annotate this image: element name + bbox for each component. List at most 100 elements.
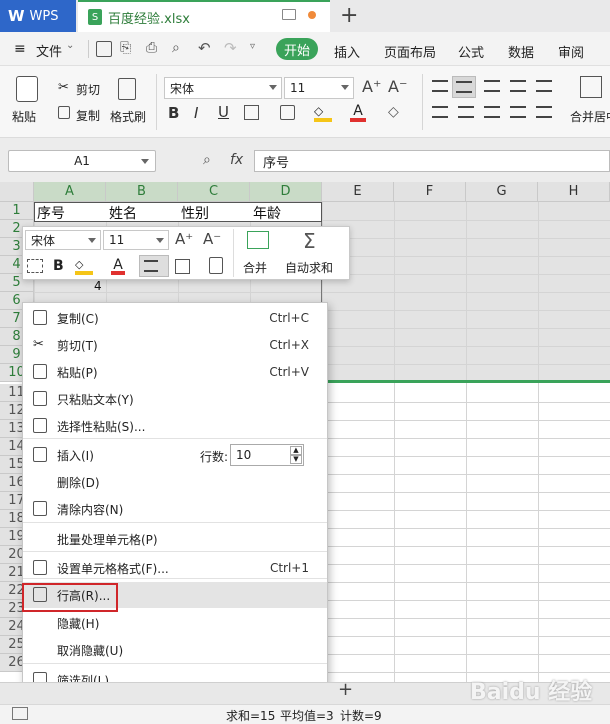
mini-bold-icon[interactable]: B — [53, 258, 64, 274]
column-header-c[interactable]: C — [178, 182, 250, 202]
distributed-icon[interactable] — [536, 106, 552, 118]
tab-formulas[interactable]: 公式 — [458, 42, 484, 61]
file-menu[interactable]: 文件 — [36, 41, 62, 60]
spinner-up-icon[interactable]: ▲ — [290, 446, 302, 455]
justify-icon[interactable] — [510, 106, 526, 118]
format-painter-button[interactable]: 格式刷 — [110, 108, 146, 125]
menu-item-paste-text-only[interactable]: 只粘贴文本(Y) — [23, 386, 327, 412]
mini-increase-font-icon[interactable]: A⁺ — [175, 230, 193, 248]
column-header-d[interactable]: D — [250, 182, 322, 202]
align-middle-icon[interactable] — [452, 76, 476, 98]
mini-font-size-value: 11 — [109, 233, 125, 247]
align-left-icon[interactable] — [432, 106, 448, 118]
menu-separator — [23, 578, 327, 579]
redo-icon[interactable]: ↷ — [224, 39, 237, 57]
print-icon[interactable]: ⎙ — [146, 40, 157, 56]
align-bottom-icon[interactable] — [484, 80, 500, 92]
underline-icon[interactable]: U — [218, 103, 229, 121]
align-center-icon[interactable] — [458, 106, 474, 118]
decrease-indent-icon[interactable] — [510, 80, 526, 92]
row-header-1[interactable]: 1 — [0, 202, 34, 220]
menu-item-copy[interactable]: 复制(C) Ctrl+C — [23, 305, 327, 331]
font-name-value: 宋体 — [170, 81, 195, 96]
mini-decrease-font-icon[interactable]: A⁻ — [203, 230, 221, 248]
font-color-icon[interactable]: A — [350, 103, 366, 122]
tab-review[interactable]: 审阅 — [558, 42, 584, 61]
tab-home[interactable]: 开始 — [276, 38, 318, 60]
copy-button[interactable]: 复制 — [76, 107, 100, 124]
column-header-f[interactable]: F — [394, 182, 466, 202]
mini-fill-color-icon[interactable]: ◇ — [75, 258, 93, 275]
function-fx-icon[interactable]: fx — [230, 152, 243, 168]
increase-font-icon[interactable]: A⁺ — [362, 77, 381, 96]
quick-access-chevron-icon[interactable]: ▿ — [250, 41, 255, 52]
status-layout-icon[interactable] — [12, 707, 28, 720]
menu-item-paste-special[interactable]: 选择性粘贴(S)... — [23, 413, 327, 439]
formula-input[interactable]: 序号 — [254, 150, 610, 172]
tab-insert[interactable]: 插入 — [334, 42, 360, 61]
italic-icon[interactable]: I — [194, 104, 198, 122]
borders-icon[interactable] — [244, 105, 259, 120]
mini-font-color-icon[interactable]: A — [111, 257, 125, 275]
column-header-h[interactable]: H — [538, 182, 610, 202]
align-top-icon[interactable] — [432, 80, 448, 92]
increase-indent-icon[interactable] — [536, 80, 552, 92]
cut-button[interactable]: 剪切 — [76, 81, 100, 98]
print-preview-icon[interactable]: ⌕ — [172, 40, 180, 56]
wps-home-tab[interactable]: W WPS — [0, 0, 76, 32]
column-header-e[interactable]: E — [322, 182, 394, 202]
paste-icon[interactable] — [16, 76, 38, 102]
rows-count-input[interactable]: 10 ▲ ▼ — [230, 444, 304, 466]
menu-item-unhide[interactable]: 取消隐藏(U) — [23, 637, 327, 663]
menu-item-paste[interactable]: 粘贴(P) Ctrl+V — [23, 359, 327, 385]
font-name-select[interactable]: 宋体 — [164, 77, 282, 99]
add-sheet-icon[interactable]: + — [338, 679, 353, 700]
save-icon[interactable] — [96, 41, 112, 57]
menu-item-clear-contents[interactable]: 清除内容(N) — [23, 496, 327, 522]
cell-style-icon[interactable] — [280, 105, 295, 120]
mini-merge-button[interactable]: 合并 — [243, 259, 267, 276]
paste-icon — [33, 364, 47, 379]
tab-data[interactable]: 数据 — [508, 42, 534, 61]
menu-item-shortcut: Ctrl+V — [269, 365, 309, 379]
clear-format-icon[interactable]: ◇ — [388, 104, 399, 120]
merge-center-button[interactable]: 合并居中 — [570, 108, 610, 125]
mini-font-name-select[interactable]: 宋体 — [25, 230, 101, 250]
menu-item-label: 隐藏(H) — [57, 616, 100, 631]
mini-font-size-select[interactable]: 11 — [103, 230, 169, 250]
name-box[interactable]: A1 — [8, 150, 156, 172]
select-all-corner[interactable] — [0, 182, 34, 202]
column-header-g[interactable]: G — [466, 182, 538, 202]
spinner-down-icon[interactable]: ▼ — [290, 455, 302, 464]
mini-borders-icon[interactable] — [175, 259, 190, 274]
menu-item-cut[interactable]: ✂ 剪切(T) Ctrl+X — [23, 332, 327, 358]
rows-count-value: 10 — [236, 448, 252, 462]
align-right-icon[interactable] — [484, 106, 500, 118]
menu-item-batch-process-cells[interactable]: 批量处理单元格(P) — [23, 526, 327, 552]
undo-icon[interactable]: ↶ — [198, 39, 211, 57]
mini-align-center-icon[interactable] — [139, 255, 169, 277]
fill-color-icon[interactable]: ◇ — [314, 104, 332, 122]
menu-item-label: 删除(D) — [57, 475, 100, 490]
zoom-search-icon[interactable]: ⌕ — [203, 152, 211, 168]
monitor-icon[interactable] — [282, 9, 296, 20]
tab-page-layout[interactable]: 页面布局 — [384, 42, 436, 61]
bold-icon[interactable]: B — [168, 104, 179, 122]
font-size-select[interactable]: 11 — [284, 77, 354, 99]
cell-A5[interactable]: 4 — [94, 279, 102, 293]
decrease-font-icon[interactable]: A⁻ — [388, 77, 407, 96]
export-icon[interactable]: ⎘ — [120, 40, 131, 56]
mini-wrap-icon[interactable] — [27, 259, 43, 273]
paste-button[interactable]: 粘贴 — [12, 108, 36, 125]
file-menu-chevron-icon[interactable]: ⌄ — [66, 40, 74, 51]
menu-item-hide[interactable]: 隐藏(H) — [23, 610, 327, 636]
mini-format-painter-icon[interactable] — [209, 257, 223, 274]
new-tab-plus-icon[interactable]: + — [340, 3, 358, 28]
menu-item-delete[interactable]: 删除(D) — [23, 469, 327, 495]
column-header-b[interactable]: B — [106, 182, 178, 202]
mini-autosum-button[interactable]: 自动求和 — [285, 259, 333, 276]
column-header-a[interactable]: A — [34, 182, 106, 202]
menu-item-label: 设置单元格格式(F)... — [57, 561, 169, 576]
paste-text-icon — [33, 391, 47, 406]
hamburger-menu-icon[interactable]: ≡ — [14, 41, 26, 57]
